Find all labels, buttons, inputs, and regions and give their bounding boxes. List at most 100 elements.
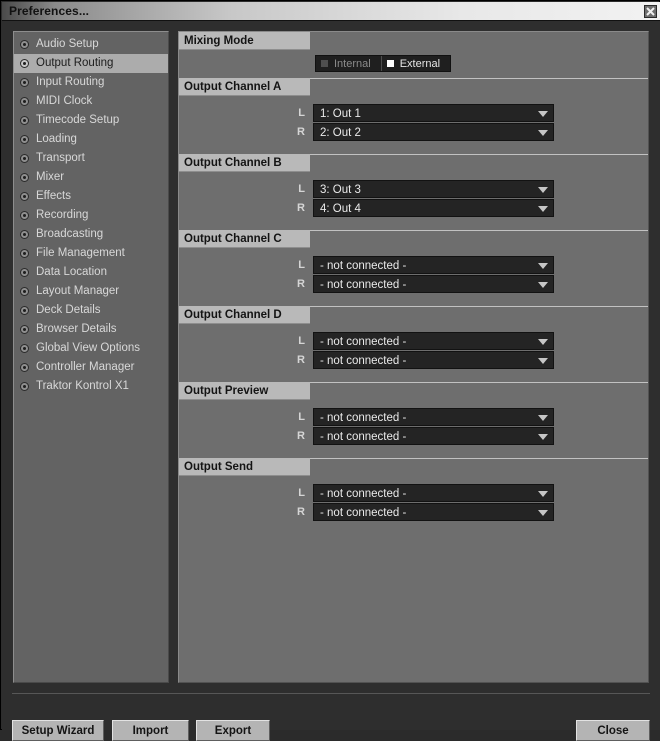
footer-divider xyxy=(12,693,650,694)
output-select-output-channel-a-l[interactable]: 1: Out 1 xyxy=(313,104,554,122)
output-select-output-channel-d-r[interactable]: - not connected - xyxy=(313,351,554,369)
section-output-send: Output Send L - not connected - R - not conn… xyxy=(179,458,648,534)
sidebar-item-output-routing[interactable]: Output Routing xyxy=(14,54,168,73)
radio-bullet-icon xyxy=(20,192,29,201)
chevron-down-icon xyxy=(538,111,548,117)
window-titlebar: Preferences... xyxy=(2,2,660,21)
sidebar-item-data-location[interactable]: Data Location xyxy=(14,263,168,282)
window-content: Audio Setup Output Routing Input Routing MI… xyxy=(2,21,660,741)
sidebar-item-global-view-options[interactable]: Global View Options xyxy=(14,339,168,358)
channel-label-l: L xyxy=(298,183,305,195)
output-select-output-preview-r[interactable]: - not connected - xyxy=(313,427,554,445)
sidebar-item-label: Layout Manager xyxy=(36,285,120,297)
sidebar-item-deck-details[interactable]: Deck Details xyxy=(14,301,168,320)
radio-bullet-icon xyxy=(20,211,29,220)
section-output-channel-b: Output Channel B L 3: Out 3 R 4: Out 4 xyxy=(179,154,648,230)
sidebar-item-recording[interactable]: Recording xyxy=(14,206,168,225)
radio-bullet-icon xyxy=(20,135,29,144)
radio-bullet-icon xyxy=(20,325,29,334)
radio-bullet-icon xyxy=(20,287,29,296)
sidebar-item-label: Timecode Setup xyxy=(36,114,120,126)
toggle-indicator-icon xyxy=(321,60,328,67)
section-header-output-channel-a: Output Channel A xyxy=(179,78,310,96)
mixing-mode-toggle-group: Internal External xyxy=(315,55,452,72)
output-select-output-channel-b-l[interactable]: 3: Out 3 xyxy=(313,180,554,198)
routing-row: L - not connected - xyxy=(179,332,648,350)
chevron-down-icon xyxy=(538,130,548,136)
chevron-down-icon xyxy=(538,491,548,497)
chevron-down-icon xyxy=(538,415,548,421)
sidebar-item-mixer[interactable]: Mixer xyxy=(14,168,168,187)
routing-row: R - not connected - xyxy=(179,351,648,369)
channel-label-r: R xyxy=(297,278,305,290)
output-select-output-send-l[interactable]: - not connected - xyxy=(313,484,554,502)
sidebar-item-label: Loading xyxy=(36,133,77,145)
routing-row: R 4: Out 4 xyxy=(179,199,648,217)
export-button[interactable]: Export xyxy=(196,720,270,741)
sidebar-item-label: MIDI Clock xyxy=(36,95,93,107)
section-mixing-mode: Mixing Mode Internal External xyxy=(179,32,648,78)
sidebar-item-browser-details[interactable]: Browser Details xyxy=(14,320,168,339)
radio-bullet-icon xyxy=(20,173,29,182)
sidebar-item-transport[interactable]: Transport xyxy=(14,149,168,168)
section-header-output-channel-d: Output Channel D xyxy=(179,306,310,324)
output-select-output-channel-c-r[interactable]: - not connected - xyxy=(313,275,554,293)
section-output-channel-a: Output Channel A L 1: Out 1 R 2: Out 2 xyxy=(179,78,648,154)
sidebar-item-timecode-setup[interactable]: Timecode Setup xyxy=(14,111,168,130)
radio-bullet-icon xyxy=(20,268,29,277)
output-select-output-send-r[interactable]: - not connected - xyxy=(313,503,554,521)
radio-bullet-icon xyxy=(20,154,29,163)
output-select-output-channel-b-r[interactable]: 4: Out 4 xyxy=(313,199,554,217)
radio-bullet-icon xyxy=(20,249,29,258)
sidebar-item-loading[interactable]: Loading xyxy=(14,130,168,149)
chevron-down-icon xyxy=(538,282,548,288)
close-x-icon xyxy=(646,7,655,16)
routing-row: R - not connected - xyxy=(179,503,648,521)
section-header-output-send: Output Send xyxy=(179,458,310,476)
sidebar-item-file-management[interactable]: File Management xyxy=(14,244,168,263)
sidebar-item-label: File Management xyxy=(36,247,125,259)
radio-bullet-icon xyxy=(20,363,29,372)
close-window-button[interactable] xyxy=(644,5,657,18)
close-button[interactable]: Close xyxy=(576,720,650,741)
import-button[interactable]: Import xyxy=(112,720,189,741)
routing-row: L - not connected - xyxy=(179,484,648,502)
output-select-output-channel-a-r[interactable]: 2: Out 2 xyxy=(313,123,554,141)
channel-label-l: L xyxy=(298,335,305,347)
sidebar-item-layout-manager[interactable]: Layout Manager xyxy=(14,282,168,301)
mixing-mode-option-internal[interactable]: Internal xyxy=(316,56,381,71)
output-select-output-preview-l[interactable]: - not connected - xyxy=(313,408,554,426)
mixing-mode-option-label: Internal xyxy=(334,57,371,70)
output-select-value: - not connected - xyxy=(320,279,407,291)
sidebar-item-label: Browser Details xyxy=(36,323,117,335)
sidebar-item-label: Data Location xyxy=(36,266,107,278)
radio-bullet-icon xyxy=(20,116,29,125)
routing-row: R 2: Out 2 xyxy=(179,123,648,141)
channel-label-l: L xyxy=(298,411,305,423)
routing-row: L 1: Out 1 xyxy=(179,104,648,122)
chevron-down-icon xyxy=(538,339,548,345)
sidebar-item-input-routing[interactable]: Input Routing xyxy=(14,73,168,92)
sidebar-item-effects[interactable]: Effects xyxy=(14,187,168,206)
chevron-down-icon xyxy=(538,263,548,269)
sidebar-item-broadcasting[interactable]: Broadcasting xyxy=(14,225,168,244)
sidebar-item-midi-clock[interactable]: MIDI Clock xyxy=(14,92,168,111)
section-header-output-preview: Output Preview xyxy=(179,382,310,400)
routing-row: L - not connected - xyxy=(179,408,648,426)
sidebar-item-traktor-kontrol-x1[interactable]: Traktor Kontrol X1 xyxy=(14,377,168,396)
section-output-channel-d: Output Channel D L - not connected - R - not… xyxy=(179,306,648,382)
output-select-value: - not connected - xyxy=(320,355,407,367)
setup-wizard-button[interactable]: Setup Wizard xyxy=(12,720,104,741)
radio-bullet-icon xyxy=(20,306,29,315)
output-select-output-channel-c-l[interactable]: - not connected - xyxy=(313,256,554,274)
mixing-mode-option-external[interactable]: External xyxy=(380,56,450,71)
radio-bullet-icon xyxy=(20,97,29,106)
sidebar-item-label: Mixer xyxy=(36,171,65,183)
radio-bullet-icon xyxy=(20,382,29,391)
radio-bullet-icon xyxy=(20,230,29,239)
output-select-output-channel-d-l[interactable]: - not connected - xyxy=(313,332,554,350)
preferences-window: Preferences... Audio Setup Output Routing… xyxy=(0,0,660,741)
sidebar-item-controller-manager[interactable]: Controller Manager xyxy=(14,358,168,377)
output-select-value: - not connected - xyxy=(320,260,407,272)
sidebar-item-audio-setup[interactable]: Audio Setup xyxy=(14,35,168,54)
